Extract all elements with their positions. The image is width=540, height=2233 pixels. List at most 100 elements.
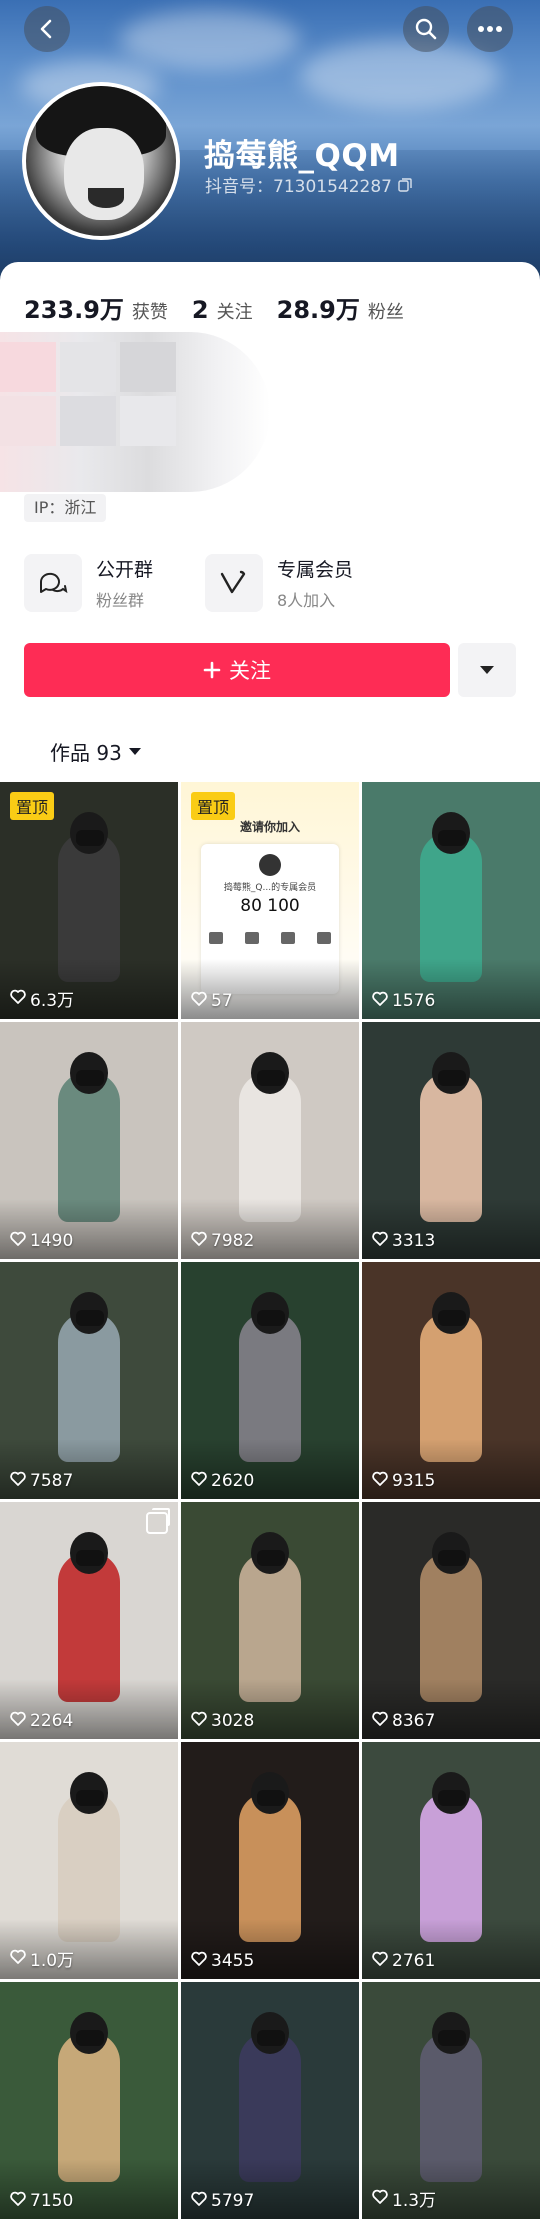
video-like-count: 2620 — [191, 1471, 254, 1491]
like-count-text: 3455 — [211, 1951, 255, 1971]
video-tile[interactable]: 1490 — [0, 1022, 178, 1259]
membership-v-icon — [205, 554, 263, 612]
video-like-count: 7587 — [10, 1471, 73, 1491]
video-like-count: 3028 — [191, 1711, 254, 1731]
membership-title: 专属会员 — [277, 559, 354, 581]
membership-entry[interactable]: 专属会员 8人加入 — [205, 552, 353, 614]
avatar[interactable] — [22, 82, 180, 240]
profile-stats: 233.9万 获赞 2 关注 28.9万 粉丝 — [24, 290, 420, 325]
video-tile[interactable]: 3028 — [181, 1502, 359, 1739]
video-like-count: 5797 — [191, 2191, 254, 2211]
video-thumbnail-mask — [76, 1550, 104, 1566]
like-count-text: 2620 — [211, 1471, 255, 1491]
douyin-id-text: 抖音号：71301542287 — [205, 177, 392, 197]
follow-button[interactable]: 关注 — [24, 643, 450, 697]
video-tile[interactable]: 置顶 6.3万 — [0, 782, 178, 1019]
video-thumbnail-mask — [257, 1790, 285, 1806]
more-dots-icon — [478, 26, 502, 32]
search-button[interactable] — [403, 6, 449, 52]
video-tile[interactable]: 7587 — [0, 1262, 178, 1499]
more-button[interactable] — [467, 6, 513, 52]
video-tile[interactable]: 5797 — [181, 1982, 359, 2219]
search-icon — [415, 18, 437, 40]
video-like-count: 1490 — [10, 1231, 73, 1251]
heart-icon — [10, 989, 26, 1009]
heart-icon — [191, 1951, 207, 1971]
video-tile[interactable]: 2264 — [0, 1502, 178, 1739]
video-thumbnail-mask — [438, 1070, 466, 1086]
like-count-text: 2264 — [30, 1711, 74, 1731]
heart-icon — [10, 1231, 26, 1251]
back-button[interactable] — [24, 6, 70, 52]
heart-icon — [372, 1951, 388, 1971]
chat-bubbles-icon — [24, 554, 82, 612]
video-like-count: 57 — [191, 991, 233, 1011]
heart-icon — [191, 1711, 207, 1731]
video-like-count: 7982 — [191, 1231, 254, 1251]
video-thumbnail-mask — [76, 1070, 104, 1086]
video-tile[interactable]: 7982 — [181, 1022, 359, 1259]
video-tile[interactable]: 9315 — [362, 1262, 540, 1499]
heart-icon — [10, 2191, 26, 2211]
video-tile[interactable]: 1.0万 — [0, 1742, 178, 1979]
heart-icon — [372, 1711, 388, 1731]
video-tile[interactable]: 1576 — [362, 782, 540, 1019]
video-tile[interactable]: 2761 — [362, 1742, 540, 1979]
video-like-count: 9315 — [372, 1471, 435, 1491]
copy-icon[interactable] — [398, 177, 412, 192]
heart-icon — [10, 1949, 26, 1969]
like-count-text: 1576 — [392, 991, 436, 1011]
like-count-text: 7982 — [211, 1231, 255, 1251]
video-thumbnail-mask — [438, 830, 466, 846]
like-count-text: 5797 — [211, 2191, 255, 2211]
video-thumbnail-mask — [76, 830, 104, 846]
video-tile[interactable]: 2620 — [181, 1262, 359, 1499]
video-thumbnail-mask — [257, 1550, 285, 1566]
video-tile[interactable]: 3455 — [181, 1742, 359, 1979]
video-thumbnail-mask — [76, 1310, 104, 1326]
fan-group-title: 公开群 — [96, 559, 154, 581]
chevron-left-icon — [40, 19, 52, 39]
video-like-count: 2264 — [10, 1711, 73, 1731]
video-tile[interactable]: 3313 — [362, 1022, 540, 1259]
fans-count[interactable]: 28.9万 — [277, 290, 360, 325]
like-count-text: 3313 — [392, 1231, 436, 1251]
like-count-text: 7150 — [30, 2191, 74, 2211]
like-count-text: 1.0万 — [30, 1951, 75, 1971]
video-like-count: 1.0万 — [10, 1946, 74, 1971]
video-like-count: 1.3万 — [372, 2186, 436, 2211]
video-thumbnail-mask — [257, 1310, 285, 1326]
video-tile[interactable]: 7150 — [0, 1982, 178, 2219]
caret-down-icon — [128, 748, 141, 755]
heart-icon — [372, 2189, 388, 2209]
following-label[interactable]: 关注 — [217, 298, 253, 324]
heart-icon — [10, 1471, 26, 1491]
heart-icon — [191, 1231, 207, 1251]
video-tile[interactable]: 1.3万 — [362, 1982, 540, 2219]
recommend-dropdown-button[interactable] — [458, 643, 516, 697]
video-like-count: 7150 — [10, 2191, 73, 2211]
video-like-count: 3455 — [191, 1951, 254, 1971]
heart-icon — [10, 1711, 26, 1731]
heart-icon — [372, 1471, 388, 1491]
tab-works[interactable]: 作品 93 — [50, 737, 142, 766]
video-thumbnail-mask — [76, 1790, 104, 1806]
fan-group-entry[interactable]: 公开群 粉丝群 — [24, 552, 153, 614]
heart-icon — [191, 991, 207, 1011]
douyin-id: 抖音号：71301542287 — [205, 172, 412, 197]
likes-count: 233.9万 — [24, 296, 124, 324]
follow-button-label: 关注 — [229, 659, 271, 683]
video-grid: 置顶 6.3万 邀请你加入 捣莓熊_Q...的专属会员 80 100 置顶 57 1576 14… — [0, 782, 540, 2219]
video-like-count: 8367 — [372, 1711, 435, 1731]
bio-blurred — [0, 332, 270, 492]
like-count-text: 7587 — [30, 1471, 74, 1491]
invite-card-numbers: 80 100 — [240, 896, 300, 916]
video-thumbnail-mask — [438, 1550, 466, 1566]
following-count[interactable]: 2 — [192, 296, 209, 324]
video-tile[interactable]: 邀请你加入 捣莓熊_Q...的专属会员 80 100 置顶 57 — [181, 782, 359, 1019]
fans-label[interactable]: 粉丝 — [368, 298, 404, 324]
username: 捣莓熊_QQM — [204, 138, 400, 174]
ip-location-badge: IP：浙江 — [24, 494, 107, 522]
video-thumbnail-mask — [257, 1070, 285, 1086]
video-tile[interactable]: 8367 — [362, 1502, 540, 1739]
